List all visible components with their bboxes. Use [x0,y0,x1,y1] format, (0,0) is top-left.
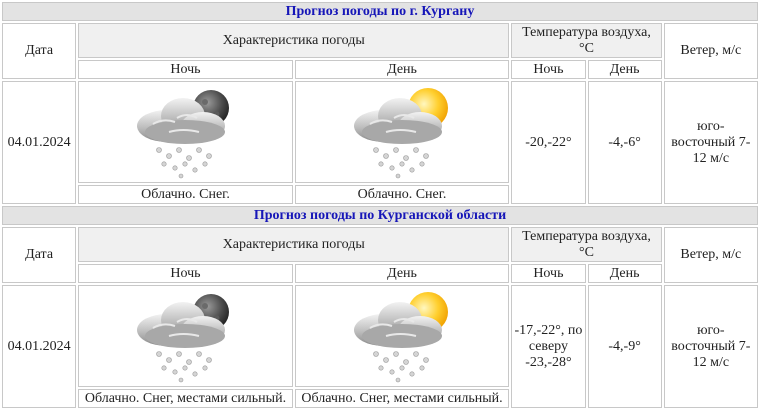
temp-day-value: -4,-6° [587,81,662,204]
section-title-city: Прогноз погоды по г. Кургану [2,2,758,21]
cloud-snow-sun-icon [353,88,449,179]
subheader-temp-day: День [587,264,662,283]
header-date: Дата [2,227,77,283]
header-characteristic: Характеристика погоды [78,23,510,58]
day-icon-cell [294,285,510,387]
subheader-day: День [294,60,510,79]
header-temperature: Температура воздуха, °С [511,23,662,58]
wind-value: юго-восточный 7-12 м/с [663,81,758,204]
day-description: Облачно. Снег. [294,185,510,204]
temp-night-value: -17,-22°, по северу -23,-28° [511,285,586,408]
night-icon-cell [78,81,293,183]
section-title-region: Прогноз погоды по Курганской области [2,206,758,225]
subheader-temp-night: Ночь [511,60,586,79]
subheader-temp-night: Ночь [511,264,586,283]
subheader-night: Ночь [78,60,293,79]
header-characteristic: Характеристика погоды [78,227,510,262]
header-temperature: Температура воздуха, °С [511,227,662,262]
subheader-night: Ночь [78,264,293,283]
cloud-snow-sun-icon [353,292,449,383]
day-icon-cell [294,81,510,183]
day-description: Облачно. Снег, местами сильный. [294,389,510,408]
subheader-temp-day: День [587,60,662,79]
temp-night-value: -20,-22° [511,81,586,204]
night-icon-cell [78,285,293,387]
night-description: Облачно. Снег. [78,185,293,204]
cloud-snow-moon-icon [136,90,230,179]
cloud-snow-moon-icon [136,294,230,383]
wind-value: юго-восточный 7-12 м/с [663,285,758,408]
night-description: Облачно. Снег, местами сильный. [78,389,293,408]
temp-day-value: -4,-9° [587,285,662,408]
header-wind: Ветер, м/с [663,23,758,79]
subheader-day: День [294,264,510,283]
forecast-date: 04.01.2024 [2,285,77,408]
header-date: Дата [2,23,77,79]
forecast-date: 04.01.2024 [2,81,77,204]
forecast-table: Прогноз погоды по г. Кургану Дата Характ… [0,0,760,410]
header-wind: Ветер, м/с [663,227,758,283]
